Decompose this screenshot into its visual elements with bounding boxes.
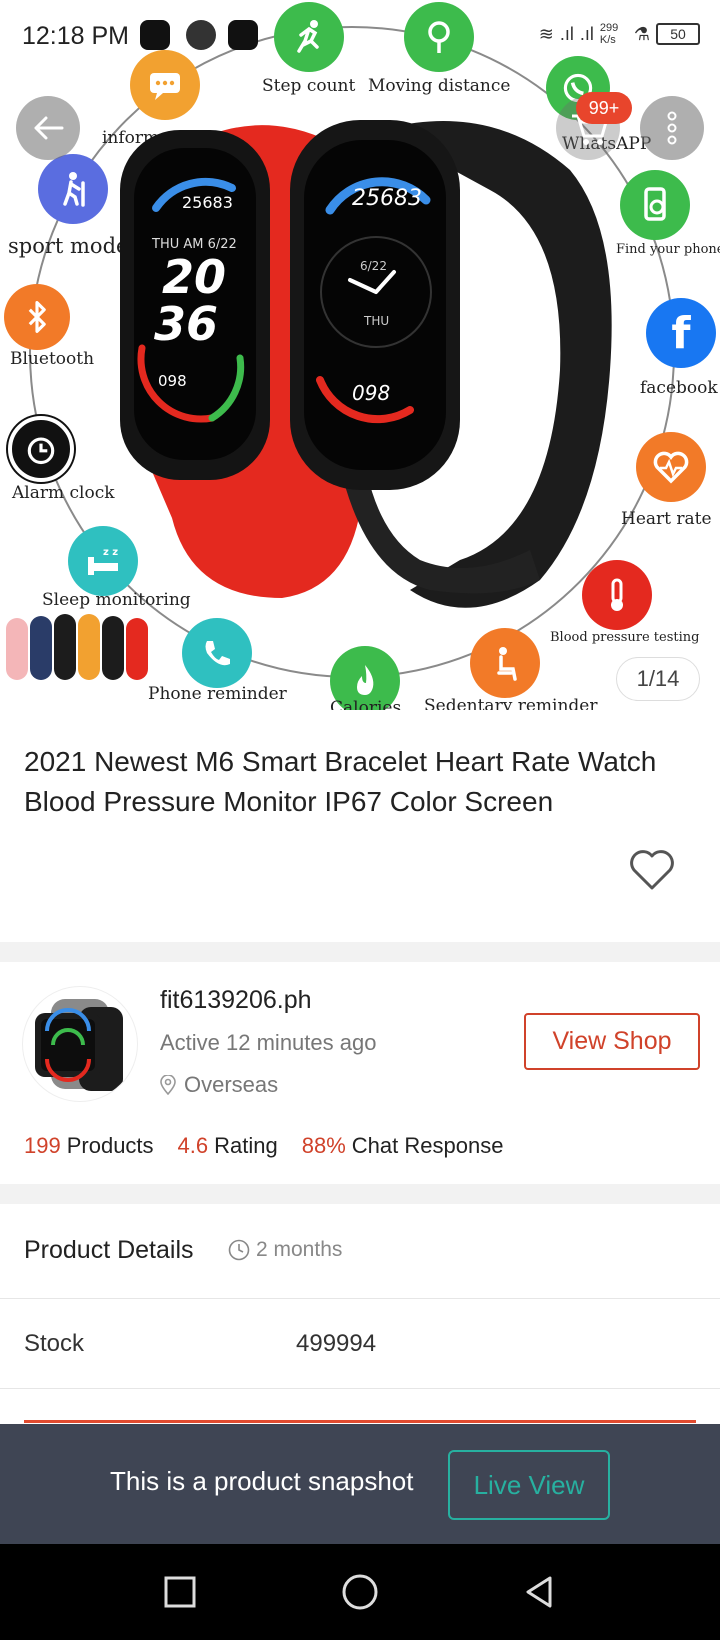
black-watch-image: 25683 6/22 THU 098: [290, 120, 612, 608]
right-watch-steps: 25683: [352, 186, 422, 211]
step-count-label: Step count: [262, 76, 356, 96]
shop-stats: 199 Products 4.6 Rating 88% Chat Response: [24, 1133, 503, 1159]
status-time: 12:18 PM: [22, 22, 130, 50]
stat-products: 199 Products: [24, 1133, 154, 1159]
triangle-back-icon: [526, 1576, 552, 1608]
seated-person-icon: [470, 628, 540, 698]
snapshot-banner: This is a product snapshot Live View: [0, 1424, 720, 1544]
flask-icon: ⚗: [633, 23, 650, 44]
recents-button[interactable]: [156, 1568, 204, 1616]
left-watch-minute: 36: [154, 297, 218, 351]
accent-line: [24, 1420, 696, 1423]
shop-active-status: Active 12 minutes ago: [160, 1030, 377, 1055]
heart-rate-icon: [636, 432, 706, 502]
alarm-clock-icon: [8, 416, 74, 482]
find-phone-label: Find your phone: [616, 242, 720, 257]
calories-label: Calories: [330, 698, 402, 710]
phone-reminder-label: Phone reminder: [148, 684, 287, 704]
shop-name[interactable]: fit6139206.ph: [160, 986, 312, 1015]
alarm-clock-label: Alarm clock: [12, 483, 115, 503]
clock-icon: [228, 1239, 250, 1261]
notification-icon-2: [228, 20, 258, 50]
image-counter: 1/14: [616, 657, 700, 701]
product-details-title: Product Details: [24, 1236, 194, 1264]
stat-products-label: Products: [66, 1133, 154, 1158]
home-button[interactable]: [336, 1568, 384, 1616]
section-gap: [0, 942, 720, 962]
heart-rate-feature: [636, 432, 706, 502]
back-nav-button[interactable]: [516, 1568, 564, 1616]
heart-icon: [630, 850, 674, 890]
sedentary-reminder-feature: [470, 628, 540, 698]
stat-chat-num: 88%: [301, 1133, 346, 1158]
net-speed: 299 K/s: [599, 22, 619, 46]
stat-products-num: 199: [24, 1133, 61, 1158]
facebook-feature: f: [646, 298, 716, 368]
left-watch-hour: 20: [162, 250, 226, 304]
stock-label: Stock: [24, 1330, 85, 1357]
sport-modes-feature: [38, 154, 108, 224]
snapshot-text: This is a product snapshot: [110, 1466, 414, 1496]
phone-reminder-feature: [182, 618, 252, 688]
wifi-icon: ≋: [538, 23, 554, 44]
moving-distance-label: Moving distance: [368, 76, 511, 96]
divider-2: [0, 1388, 720, 1389]
cart-badge: 99+: [576, 92, 632, 124]
stat-chat-response: 88% Chat Response: [302, 1133, 504, 1159]
details-updated: 2 months: [228, 1238, 342, 1262]
right-watch-date: 6/22: [360, 259, 387, 273]
status-right-group: ≋ .ıl .ıl 299 K/s ⚗ 50: [539, 22, 700, 46]
heart-rate-label: Heart rate: [621, 509, 712, 529]
square-icon: [164, 1576, 196, 1608]
product-image-carousel[interactable]: Step count Moving distance information W…: [0, 0, 720, 710]
live-view-button[interactable]: Live View: [448, 1450, 610, 1520]
system-nav-bar: [0, 1544, 720, 1640]
find-phone-feature: [620, 170, 690, 240]
right-watch-hr: 098: [352, 381, 390, 405]
messenger-icon: [186, 20, 216, 50]
color-variants-image: [6, 614, 148, 680]
stat-rating-label: Rating: [214, 1133, 278, 1158]
stat-rating: 4.6 Rating: [178, 1133, 278, 1159]
left-watch-steps: 25683: [182, 193, 233, 212]
facebook-icon: f: [646, 298, 716, 368]
battery-icon: 50: [656, 23, 700, 45]
divider: [0, 1298, 720, 1299]
details-updated-text: 2 months: [256, 1238, 343, 1261]
shop-location-text: Overseas: [184, 1072, 279, 1097]
back-button[interactable]: [16, 96, 80, 160]
bluetooth-feature: [4, 284, 70, 350]
blood-pressure-label: Blood pressure testing: [550, 630, 700, 645]
find-phone-icon: [620, 170, 690, 240]
product-title: 2021 Newest M6 Smart Bracelet Heart Rate…: [24, 746, 657, 817]
bluetooth-label: Bluetooth: [10, 349, 95, 369]
signal-icon-2: .ıl: [579, 23, 594, 44]
shop-avatar-image: [35, 999, 123, 1091]
view-shop-button[interactable]: View Shop: [524, 1013, 700, 1070]
sedentary-reminder-label: Sedentary reminder: [424, 696, 598, 710]
shop-location: Overseas: [160, 1072, 278, 1098]
alarm-clock-feature: [8, 416, 74, 482]
right-watch-day: THU: [363, 314, 389, 328]
more-options-button[interactable]: [640, 96, 704, 160]
location-pin-icon: [160, 1075, 176, 1095]
section-gap-2: [0, 1184, 720, 1204]
hiking-icon: [38, 154, 108, 224]
phone-icon: [182, 618, 252, 688]
stat-chat-label: Chat Response: [351, 1133, 504, 1158]
circle-icon: [342, 1574, 378, 1610]
signal-icon: .ıl: [559, 23, 574, 44]
stat-rating-num: 4.6: [177, 1133, 209, 1158]
stock-value: 499994: [296, 1330, 377, 1357]
status-bar: 12:18 PM ≋ .ıl .ıl 299 K/s ⚗ 50: [0, 0, 720, 70]
bluetooth-icon: [4, 284, 70, 350]
more-vertical-icon: [667, 111, 677, 145]
favorite-button[interactable]: [628, 848, 676, 892]
left-watch-hr: 098: [158, 372, 187, 390]
facebook-label: facebook: [640, 378, 718, 398]
back-arrow-icon: [34, 116, 64, 140]
shop-avatar[interactable]: [22, 986, 138, 1102]
notification-icon: [140, 20, 170, 50]
